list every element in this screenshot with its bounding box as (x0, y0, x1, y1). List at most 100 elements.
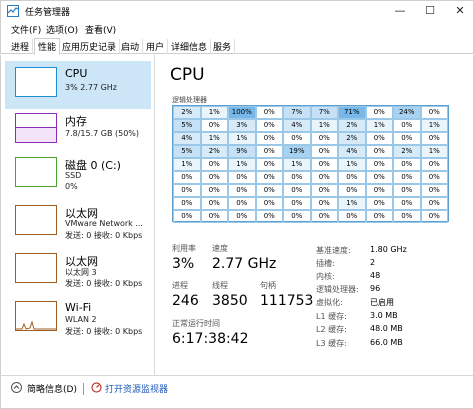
spec-value: 2 (370, 258, 376, 267)
logical-processor-cell: 0% (310, 171, 338, 184)
logical-processor-cell: 0% (420, 171, 448, 184)
resource-disk[interactable]: 磁盘 0 (C:) SSD 0% (5, 151, 151, 199)
logical-processor-cell: 0% (365, 197, 393, 210)
logical-processor-cell: 0% (393, 197, 421, 210)
spec-label: 插槽: (316, 259, 335, 268)
spec-value: 66.0 MB (370, 338, 403, 347)
logical-processor-cell: 0% (420, 184, 448, 197)
task-manager-icon (7, 5, 19, 17)
uptime-label: 正常运行时间 (172, 319, 220, 328)
tab-app-history[interactable]: 应用历史记录 (59, 39, 121, 54)
logical-processor-cell: 5% (173, 145, 201, 158)
logical-processor-cell: 0% (255, 197, 283, 210)
menu-file[interactable]: 文件(F) (11, 23, 41, 36)
logical-processor-cell: 0% (173, 210, 201, 223)
logical-processor-cell: 0% (173, 184, 201, 197)
logical-processor-cell: 0% (173, 171, 201, 184)
resource-title: CPU (65, 67, 88, 80)
logical-processor-cell: 0% (310, 210, 338, 223)
logical-processor-cell: 9% (228, 145, 256, 158)
resource-subtitle: VMware Network ... (65, 219, 143, 228)
logical-processor-cell: 0% (365, 106, 393, 119)
tab-performance[interactable]: 性能 (34, 38, 61, 55)
logical-processor-cell: 5% (173, 119, 201, 132)
logical-processor-cell: 1% (420, 119, 448, 132)
logical-processor-cell: 0% (255, 145, 283, 158)
logical-processor-cell: 0% (310, 184, 338, 197)
logical-processor-cell: 0% (393, 119, 421, 132)
fewer-details-link[interactable]: 简略信息(D) (27, 382, 77, 395)
logical-processors-label: 逻辑处理器 (172, 96, 207, 104)
resource-value: 发送: 0 接收: 0 Kbps (65, 279, 143, 288)
resource-memory[interactable]: 内存 7.8/15.7 GB (50%) (5, 107, 151, 155)
logical-processor-cell: 19% (283, 145, 311, 158)
logical-processor-cell: 71% (338, 106, 366, 119)
logical-processor-cell: 0% (393, 171, 421, 184)
logical-processor-cell: 0% (365, 145, 393, 158)
spec-value: 已启用 (370, 298, 394, 307)
logical-processor-cell: 1% (310, 119, 338, 132)
spec-label: L3 缓存: (316, 339, 347, 348)
resource-subtitle: 7.8/15.7 GB (50%) (65, 129, 140, 138)
resource-ethernet-1[interactable]: 以太网 VMware Network ... 发送: 0 接收: 0 Kbps (5, 199, 151, 247)
resource-wifi[interactable]: Wi-Fi WLAN 2 发送: 0 接收: 0 Kbps (5, 295, 151, 343)
logical-processor-cell: 2% (338, 132, 366, 145)
logical-processor-cell: 0% (393, 210, 421, 223)
resource-cpu[interactable]: CPU 3% 2.77 GHz (5, 61, 151, 109)
logical-processor-cell: 2% (200, 145, 228, 158)
logical-processor-cell: 2% (338, 119, 366, 132)
maximize-button[interactable]: ☐ (415, 1, 445, 21)
logical-processor-cell: 0% (228, 210, 256, 223)
logical-processor-cell: 0% (283, 171, 311, 184)
speed-label: 速度 (212, 244, 228, 253)
menu-options[interactable]: 选项(O) (46, 23, 78, 36)
logical-processor-cell: 0% (393, 184, 421, 197)
chevron-up-icon[interactable] (11, 382, 22, 393)
tab-users[interactable]: 用户 (143, 39, 169, 54)
wifi-activity-graph (16, 320, 56, 330)
window-title: 任务管理器 (25, 8, 71, 18)
logical-processor-cell: 1% (228, 132, 256, 145)
logical-processor-cell: 0% (200, 171, 228, 184)
logical-processor-cell: 1% (200, 106, 228, 119)
logical-processor-cell: 0% (283, 210, 311, 223)
menu-view[interactable]: 查看(V) (85, 23, 116, 36)
close-button[interactable]: ✕ (445, 1, 474, 21)
resource-ethernet-3[interactable]: 以太网 以太网 3 发送: 0 接收: 0 Kbps (5, 247, 151, 295)
tab-services[interactable]: 服务 (210, 39, 236, 54)
logical-processor-cell: 1% (200, 132, 228, 145)
logical-processor-cell: 0% (365, 184, 393, 197)
footer: 简略信息(D) 打开资源监视器 (0, 375, 474, 409)
logical-processor-cell: 0% (173, 197, 201, 210)
logical-processor-cell: 4% (283, 119, 311, 132)
resource-value: 发送: 0 接收: 0 Kbps (65, 231, 143, 240)
logical-processor-cell: 0% (283, 132, 311, 145)
spec-value: 3.0 MB (370, 311, 398, 320)
spec-label: 虚拟化: (316, 298, 343, 307)
tab-details[interactable]: 详细信息 (168, 39, 212, 54)
threads-value: 3850 (212, 293, 248, 309)
logical-processor-cell: 0% (228, 184, 256, 197)
logical-processor-cell: 0% (338, 210, 366, 223)
logical-processor-cell: 0% (365, 210, 393, 223)
logical-processor-cell: 1% (173, 158, 201, 171)
logical-processor-cell: 2% (393, 145, 421, 158)
resource-monitor-icon (91, 382, 102, 393)
title-bar: 任务管理器 — ☐ ✕ (0, 0, 474, 20)
logical-processor-cell: 4% (338, 145, 366, 158)
logical-processor-cell: 0% (200, 197, 228, 210)
logical-processor-cell: 100% (228, 106, 256, 119)
uptime-value: 6:17:38:42 (172, 331, 249, 347)
logical-processor-cell: 24% (393, 106, 421, 119)
resource-title: 内存 (65, 115, 87, 128)
open-resource-monitor-link[interactable]: 打开资源监视器 (105, 382, 168, 395)
tab-processes[interactable]: 进程 (8, 39, 34, 54)
logical-processor-cell: 0% (283, 184, 311, 197)
logical-processor-cell: 0% (228, 197, 256, 210)
minimize-button[interactable]: — (385, 1, 415, 21)
resource-subtitle: 以太网 3 (65, 268, 97, 277)
logical-processor-cell: 0% (255, 171, 283, 184)
tab-startup[interactable]: 启动 (118, 39, 144, 54)
logical-processor-cell: 0% (200, 210, 228, 223)
tab-bar: 进程 性能 应用历史记录 启动 用户 详细信息 服务 (0, 37, 474, 55)
